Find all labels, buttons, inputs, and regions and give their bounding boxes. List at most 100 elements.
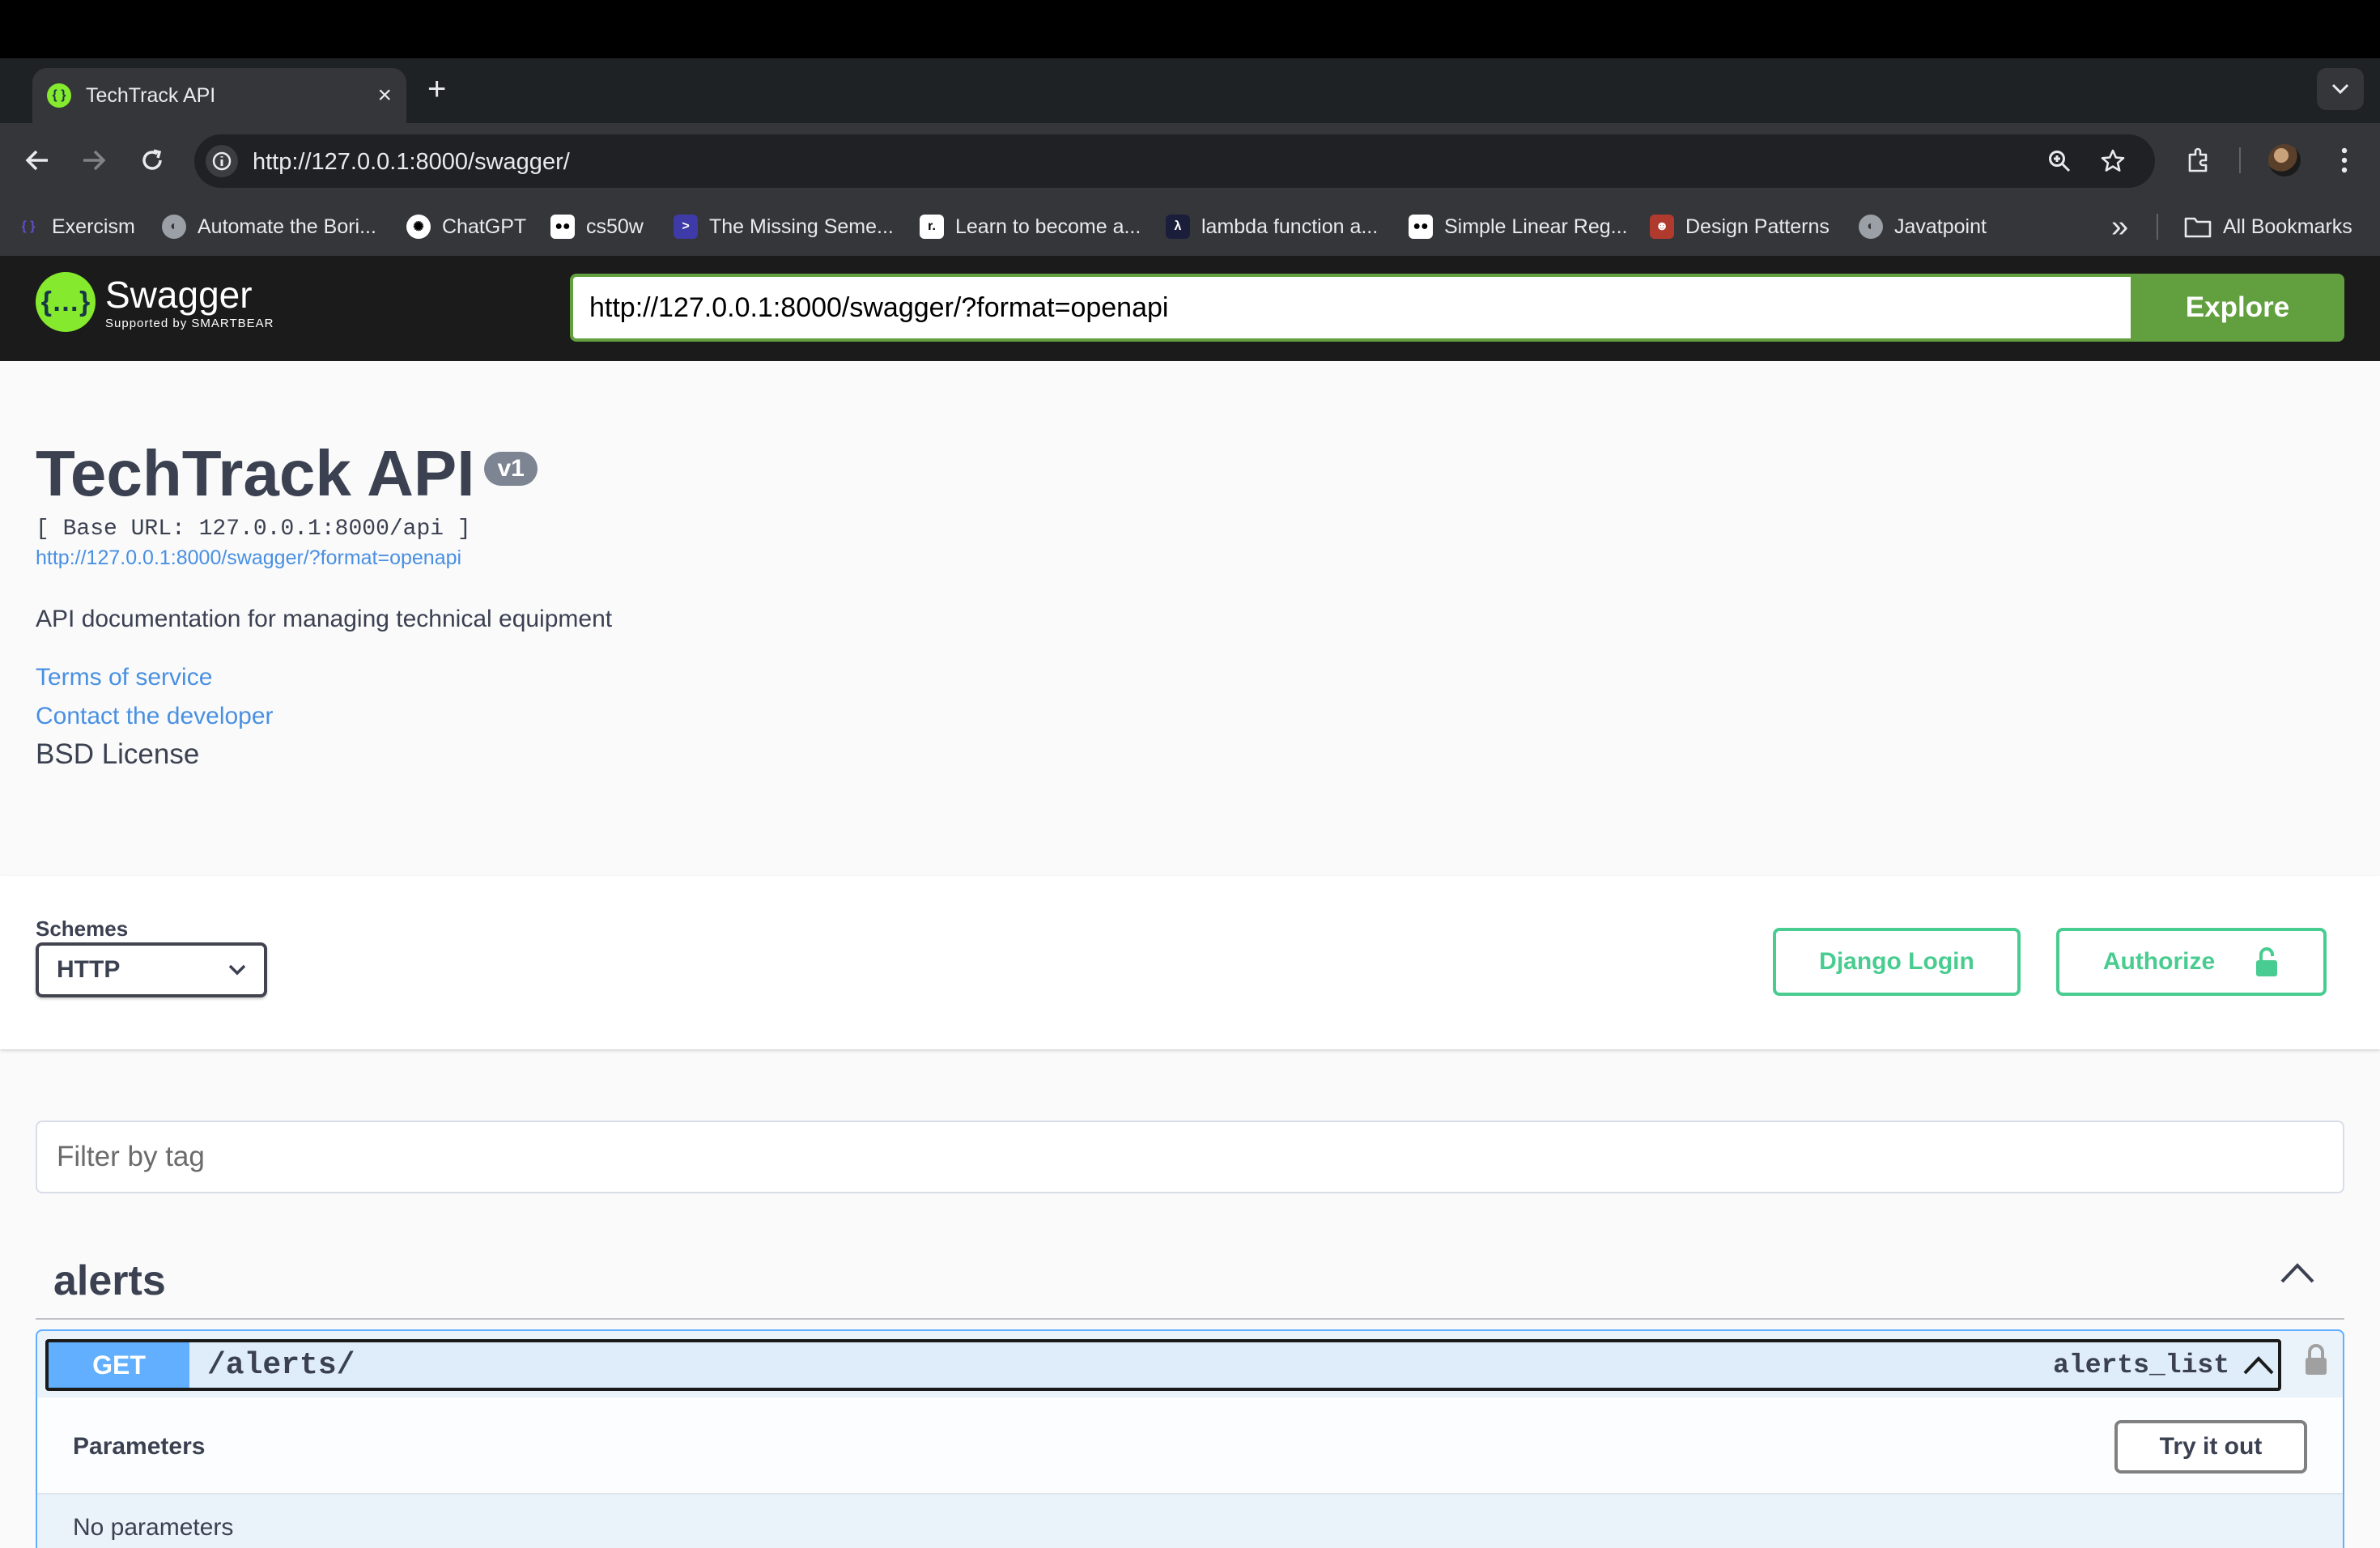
bookmark-label: Javatpoint	[1894, 215, 1987, 238]
exercism-icon: { }	[21, 219, 36, 233]
bookmark-label: Learn to become a...	[955, 215, 1141, 238]
chevron-up-icon[interactable]	[2239, 1346, 2278, 1384]
arrow-left-icon	[25, 150, 48, 171]
address-bar[interactable]: http://127.0.0.1:8000/swagger/	[194, 134, 2155, 188]
close-tab-icon[interactable]: ×	[377, 83, 392, 108]
extensions-icon[interactable]	[2179, 141, 2218, 180]
tab-search-button[interactable]	[2317, 68, 2364, 110]
swagger-logo[interactable]: {…} Swagger Supported by SMARTBEAR	[36, 272, 274, 332]
bookmark-label: cs50w	[586, 215, 644, 238]
tag-section-header[interactable]: alerts	[36, 1239, 2344, 1320]
bookmark-label: The Missing Seme...	[709, 215, 894, 238]
bookmark-label: Simple Linear Reg...	[1444, 215, 1628, 238]
bookmark-label: Design Patterns	[1685, 215, 1830, 238]
system-bar	[0, 0, 2380, 58]
folder-icon	[2184, 217, 2212, 238]
zoom-icon[interactable]	[2045, 147, 2074, 176]
bookmark-design-patterns[interactable]: ☻ Design Patterns	[1650, 211, 1830, 243]
bookmark-star-icon[interactable]	[2098, 147, 2127, 176]
new-tab-button[interactable]: +	[427, 73, 446, 105]
schemes-label: Schemes	[36, 916, 129, 941]
toolbar-divider	[2239, 147, 2241, 173]
bookmark-exercism[interactable]: { } Exercism	[16, 211, 135, 243]
bookmark-cs50w[interactable]: ●● cs50w	[550, 211, 644, 243]
operation-summary[interactable]: GET /alerts/ alerts_list	[45, 1339, 2281, 1391]
tab-strip: { } TechTrack API ×	[0, 58, 2380, 123]
bookmark-chatgpt[interactable]: ✺ ChatGPT	[406, 211, 526, 243]
terms-of-service-link[interactable]: Terms of service	[36, 664, 2302, 691]
url-text[interactable]: http://127.0.0.1:8000/swagger/	[253, 149, 570, 176]
spec-url-input[interactable]	[570, 274, 2131, 342]
chevron-down-icon	[228, 964, 246, 976]
schemes-selected-value: HTTP	[57, 956, 121, 983]
bookmarks-divider	[2157, 214, 2158, 240]
bookmark-javatpoint[interactable]: ◐ Javatpoint	[1859, 211, 1987, 243]
authorize-label: Authorize	[2102, 948, 2216, 975]
lambda-icon: λ	[1166, 215, 1190, 239]
bookmark-lambda[interactable]: λ lambda function a...	[1166, 211, 1378, 243]
explore-button[interactable]: Explore	[2131, 274, 2344, 342]
browser-menu-button[interactable]	[2325, 141, 2364, 180]
operation-id: alerts_list	[2053, 1350, 2229, 1380]
all-bookmarks-button[interactable]: All Bookmarks	[2184, 211, 2352, 243]
all-bookmarks-label: All Bookmarks	[2223, 215, 2352, 238]
page-title: TechTrack API	[36, 437, 475, 509]
parameters-title: Parameters	[73, 1433, 206, 1460]
bookmark-missing-semester[interactable]: > The Missing Seme...	[674, 211, 894, 243]
bookmark-label: Automate the Bori...	[198, 215, 376, 238]
spec-url-form: Explore	[570, 274, 2344, 342]
bookmark-roadmap[interactable]: r. Learn to become a...	[920, 211, 1141, 243]
reload-icon	[142, 149, 162, 170]
globe-icon: ◐	[1859, 215, 1883, 239]
license-text: BSD License	[36, 738, 200, 770]
arrow-right-icon	[83, 150, 106, 171]
django-login-button[interactable]: Django Login	[1773, 928, 2021, 996]
medium-icon: ●●	[550, 215, 575, 239]
refactoring-guru-icon: ☻	[1650, 215, 1674, 239]
base-url: [ Base URL: 127.0.0.1:8000/api ]	[36, 517, 471, 542]
operation-block: GET /alerts/ alerts_list Parameters Try …	[36, 1329, 2344, 1548]
operation-path: /alerts/	[207, 1347, 355, 1383]
try-it-out-button[interactable]: Try it out	[2114, 1420, 2307, 1474]
swagger-logo-word: Swagger	[105, 273, 253, 316]
scheme-container: Schemes HTTP Django Login Authorize	[0, 876, 2380, 1049]
avatar	[2268, 144, 2301, 176]
bookmarks-bar: { } Exercism ◐ Automate the Bori... ✺ Ch…	[0, 198, 2380, 256]
authorize-button[interactable]: Authorize	[2056, 928, 2327, 996]
http-method-badge: GET	[49, 1342, 189, 1388]
swagger-topbar: {…} Swagger Supported by SMARTBEAR Explo…	[0, 256, 2380, 361]
site-info-icon[interactable]	[206, 145, 238, 177]
api-info: TechTrack API v1 [ Base URL: 127.0.0.1:8…	[36, 437, 2302, 771]
roadmap-icon: r.	[920, 215, 944, 239]
filter-by-tag-input[interactable]	[36, 1121, 2344, 1193]
parameters-header: Parameters Try it out	[37, 1397, 2343, 1493]
bookmark-linear-regression[interactable]: ●● Simple Linear Reg...	[1409, 211, 1628, 243]
swagger-logo-icon: {…}	[36, 272, 96, 332]
terminal-icon: >	[674, 215, 698, 239]
api-description: API documentation for managing technical…	[36, 606, 613, 632]
lock-icon[interactable]	[2302, 1342, 2330, 1380]
reload-button[interactable]	[134, 142, 170, 178]
back-button[interactable]	[19, 142, 55, 178]
no-parameters-text: No parameters	[73, 1514, 234, 1541]
tag-name: alerts	[53, 1257, 166, 1304]
contact-developer-link[interactable]: Contact the developer	[36, 703, 2302, 730]
browser-toolbar: http://127.0.0.1:8000/swagger/	[0, 123, 2380, 198]
kebab-menu-icon	[2341, 147, 2348, 173]
version-badge: v1	[484, 452, 538, 486]
browser-tab[interactable]: { } TechTrack API ×	[32, 68, 406, 123]
schemes-select[interactable]: HTTP	[36, 942, 267, 997]
bookmarks-overflow-button[interactable]: »	[2111, 210, 2128, 244]
tab-title: TechTrack API	[86, 83, 216, 107]
spec-link[interactable]: http://127.0.0.1:8000/swagger/?format=op…	[36, 546, 2302, 570]
swagger-favicon-icon: { }	[47, 83, 71, 108]
forward-button[interactable]	[76, 142, 112, 178]
bookmark-label: ChatGPT	[442, 215, 527, 238]
globe-icon: ◐	[162, 215, 186, 239]
bookmark-automate[interactable]: ◐ Automate the Bori...	[162, 211, 376, 243]
chevron-down-icon	[2331, 83, 2349, 95]
chatgpt-icon: ✺	[406, 215, 431, 239]
profile-avatar[interactable]	[2265, 141, 2304, 180]
chevron-up-icon[interactable]	[2280, 1261, 2315, 1284]
medium-icon: ●●	[1409, 215, 1433, 239]
